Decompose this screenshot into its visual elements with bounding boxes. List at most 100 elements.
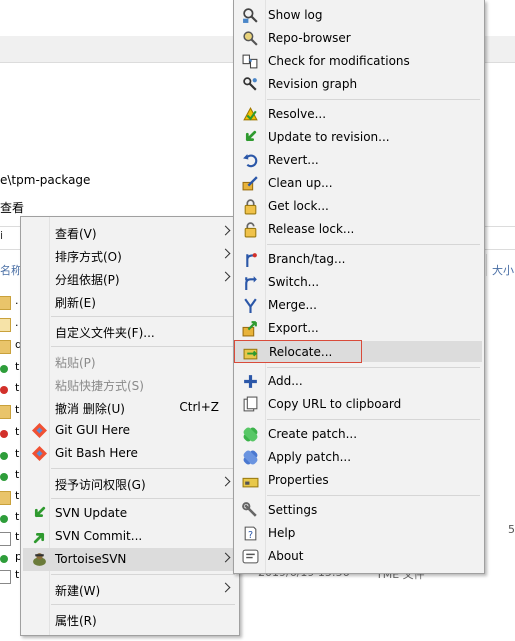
menu-item-properties[interactable]: 属性(R) — [23, 608, 237, 631]
svn-item-repo-browser[interactable]: Repo-browser — [236, 27, 482, 50]
svn-item-export[interactable]: Export... — [236, 317, 482, 340]
file-row[interactable]: t — [0, 447, 22, 463]
switch-icon — [245, 276, 257, 290]
svn-normal-overlay-icon — [0, 515, 8, 523]
svn-item-properties[interactable]: Properties — [236, 469, 482, 492]
explorer-view-menu[interactable]: 查看 — [0, 199, 24, 216]
file-row[interactable]: t — [0, 568, 22, 584]
svn-item-release-lock[interactable]: Release lock... — [236, 218, 482, 241]
svn-item-show-log[interactable]: Show log — [236, 4, 482, 27]
svn-item-apply-patch[interactable]: Apply patch... — [236, 446, 482, 469]
menu-item-git-gui[interactable]: Git GUI Here — [23, 419, 237, 442]
chevron-right-icon — [220, 476, 231, 487]
create-patch-icon — [243, 427, 258, 442]
file-row[interactable]: t — [0, 381, 22, 397]
folder-icon — [0, 405, 11, 419]
repo-browser-icon — [243, 31, 258, 46]
menu-separator — [51, 346, 235, 347]
menu-item-undo-delete[interactable]: 撤消 删除(U) Ctrl+Z — [23, 396, 237, 419]
menu-item-sort-by[interactable]: 排序方式(O) — [23, 244, 237, 267]
relocate-highlight-tail — [362, 341, 482, 362]
svn-item-get-lock[interactable]: Get lock... — [236, 195, 482, 218]
menu-item-paste[interactable]: 粘贴(P) — [23, 350, 237, 373]
file-row[interactable]: . — [0, 316, 22, 332]
folder-icon — [0, 318, 11, 332]
file-row[interactable]: p — [0, 550, 22, 566]
file-row[interactable]: t — [0, 360, 22, 376]
context-menu: 查看(V) 排序方式(O) 分组依据(P) 刷新(E) 自定义文件夹(F)...… — [20, 216, 240, 636]
menu-item-svn-update[interactable]: SVN Update — [23, 502, 237, 525]
svn-item-merge[interactable]: Merge... — [236, 294, 482, 317]
revert-icon — [243, 154, 258, 168]
svn-item-revision-graph[interactable]: Revision graph — [236, 73, 482, 96]
add-icon — [244, 375, 257, 388]
svn-item-check-modifications[interactable]: Check for modifications — [236, 50, 482, 73]
menu-item-view[interactable]: 查看(V) — [23, 221, 237, 244]
git-bash-icon — [31, 445, 48, 462]
menu-item-grant-access[interactable]: 授予访问权限(G) — [23, 472, 237, 495]
column-divider — [486, 254, 487, 276]
menu-item-refresh[interactable]: 刷新(E) — [23, 290, 237, 313]
svn-item-revert[interactable]: Revert... — [236, 149, 482, 172]
menu-separator — [51, 604, 235, 605]
menu-item-paste-shortcut[interactable]: 粘贴快捷方式(S) — [23, 373, 237, 396]
undo-shortcut: Ctrl+Z — [179, 400, 219, 414]
chevron-right-icon — [220, 552, 231, 563]
svn-normal-overlay-icon — [0, 452, 8, 460]
svn-modified-overlay-icon — [0, 430, 8, 438]
apply-patch-icon — [243, 450, 258, 465]
svn-item-resolve[interactable]: Resolve... — [236, 103, 482, 126]
svn-item-about[interactable]: About — [236, 545, 482, 568]
file-row[interactable]: . — [0, 294, 22, 310]
folder-icon — [0, 491, 11, 505]
column-header-name[interactable]: 名称 — [0, 262, 22, 278]
menu-separator — [267, 419, 480, 420]
svn-normal-overlay-icon — [0, 555, 8, 563]
revision-graph-icon — [243, 77, 257, 91]
branch-tag-icon — [246, 253, 257, 267]
svn-item-copy-url[interactable]: Copy URL to clipboard — [236, 393, 482, 416]
menu-item-tortoisesvn[interactable]: TortoiseSVN — [23, 548, 237, 571]
column-header-size[interactable]: 大小 — [492, 262, 514, 278]
menu-item-group-by[interactable]: 分组依据(P) — [23, 267, 237, 290]
menu-separator — [267, 99, 480, 100]
svn-item-help[interactable]: ? Help — [236, 522, 482, 545]
menu-item-customize-folder[interactable]: 自定义文件夹(F)... — [23, 320, 237, 343]
svn-item-update-to-revision[interactable]: Update to revision... — [236, 126, 482, 149]
get-lock-icon — [244, 199, 257, 215]
update-revision-icon — [245, 130, 257, 142]
menu-item-svn-commit[interactable]: SVN Commit... — [23, 525, 237, 548]
file-row[interactable]: t — [0, 425, 22, 441]
folder-icon — [0, 296, 11, 310]
chevron-right-icon — [220, 248, 231, 259]
svn-normal-overlay-icon — [0, 473, 8, 481]
settings-icon — [242, 502, 257, 517]
svn-modified-overlay-icon — [0, 386, 8, 394]
file-row[interactable]: t — [0, 468, 22, 484]
svn-normal-overlay-icon — [0, 365, 8, 373]
explorer-path: e\tpm-package — [0, 173, 91, 187]
menu-item-git-bash[interactable]: Git Bash Here — [23, 442, 237, 465]
svn-item-branch-tag[interactable]: Branch/tag... — [236, 248, 482, 271]
copy-url-icon — [243, 396, 258, 412]
menu-separator — [51, 574, 235, 575]
svn-item-switch[interactable]: Switch... — [236, 271, 482, 294]
check-modifications-icon — [242, 54, 258, 69]
git-gui-icon — [31, 422, 48, 439]
file-row[interactable]: t — [0, 530, 22, 546]
svn-item-clean-up[interactable]: Clean up... — [236, 172, 482, 195]
svn-item-settings[interactable]: Settings — [236, 499, 482, 522]
relocate-icon — [243, 348, 258, 360]
file-icon — [0, 570, 11, 584]
svn-update-icon — [34, 506, 46, 518]
file-row[interactable]: t — [0, 489, 22, 505]
file-row[interactable]: d — [0, 338, 22, 354]
export-icon — [242, 321, 257, 337]
menu-item-new[interactable]: 新建(W) — [23, 578, 237, 601]
chevron-right-icon — [220, 225, 231, 236]
svn-item-relocate[interactable]: Relocate... — [234, 340, 362, 363]
file-row[interactable]: t — [0, 510, 22, 526]
svn-item-add[interactable]: Add... — [236, 370, 482, 393]
file-row[interactable]: t — [0, 403, 22, 419]
svn-item-create-patch[interactable]: Create patch... — [236, 423, 482, 446]
